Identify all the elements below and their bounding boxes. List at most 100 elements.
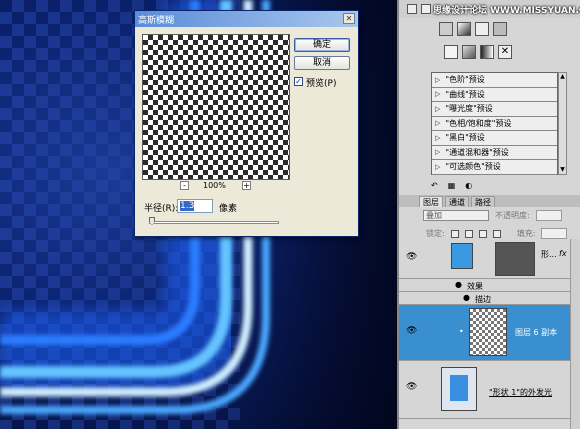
fill-input[interactable] [541, 228, 568, 239]
preset-item[interactable]: ▷ "可选颜色"预设 [432, 160, 557, 175]
shape-mask-thumbnail [495, 242, 535, 276]
dialog-title: 高斯模糊 [138, 15, 175, 26]
scroll-down-icon[interactable]: ▼ [559, 166, 566, 174]
expand-triangle-icon[interactable]: ▷ [435, 76, 440, 84]
visibility-eye-icon[interactable]: 👁 [406, 383, 418, 392]
curves-icon[interactable] [475, 22, 489, 36]
adjustment-icons-row-2: ✕ [444, 45, 512, 59]
radius-label: 半径(R): [144, 204, 179, 214]
threshold-icon[interactable] [444, 45, 458, 59]
levels-icon[interactable] [457, 22, 471, 36]
lock-image-icon[interactable] [464, 229, 473, 238]
zoom-out-button[interactable]: - [180, 181, 189, 190]
expand-triangle-icon[interactable]: ▷ [435, 163, 440, 171]
visibility-eye-icon[interactable]: 👁 [406, 253, 418, 262]
expand-triangle-icon[interactable]: ▷ [435, 105, 440, 113]
link-icon: • [459, 327, 464, 336]
selective-color-icon[interactable]: ✕ [498, 45, 512, 59]
layer-thumbnail [469, 308, 507, 356]
opacity-input[interactable] [535, 210, 562, 221]
panel-icon[interactable] [421, 4, 431, 14]
preset-label: "可选颜色"预设 [445, 162, 501, 172]
gaussian-blur-dialog: 高斯模糊 ✕ - 100% + 确定 取消 ✓ 预览(P) 半径(R): 1.3… [134, 10, 359, 237]
lock-all-icon[interactable] [492, 229, 501, 238]
gradient-icon[interactable] [480, 45, 494, 59]
visibility-eye-icon[interactable]: 👁 [406, 327, 418, 336]
radius-input[interactable]: 1.3 [177, 199, 213, 213]
preset-label: "曝光度"预设 [445, 104, 493, 114]
layer-name: 形... [541, 250, 557, 259]
preset-label: "色相/饱和度"预设 [445, 118, 512, 128]
preset-item[interactable]: ▷ "黑白"预设 [432, 131, 557, 146]
preset-item[interactable]: ▷ "色阶"预设 [432, 73, 557, 88]
gradient-map-icon[interactable] [462, 45, 476, 59]
zoom-level: 100% [203, 181, 226, 190]
adjustments-footer: ↶ ▦ ◐ [431, 179, 579, 191]
blend-mode-select[interactable]: 叠加 [423, 210, 489, 221]
preview-checkbox[interactable]: ✓ [294, 77, 303, 86]
preset-item[interactable]: ▷ "色相/饱和度"预设 [432, 117, 557, 131]
layer-thumbnail [441, 367, 477, 411]
checkmark-icon: ✓ [295, 77, 302, 86]
effect-stroke-label: 描边 [475, 295, 491, 304]
layer-name: "形状 1"的外发光 [489, 388, 552, 397]
clip-icon[interactable]: ◐ [465, 181, 472, 190]
shape-f-icon [450, 375, 468, 401]
stroke-eye-icon[interactable]: ● [463, 293, 470, 302]
ok-button[interactable]: 确定 [294, 38, 350, 52]
expand-triangle-icon[interactable]: ▷ [435, 119, 440, 127]
blur-preview[interactable] [142, 34, 290, 180]
lock-transparency-icon[interactable] [450, 229, 459, 238]
radius-slider[interactable] [149, 221, 279, 224]
lock-label: 锁定: [426, 229, 445, 238]
radius-unit: 像素 [219, 204, 238, 214]
layer-name: 图层 6 副本 [515, 328, 558, 337]
zoom-in-button[interactable]: + [242, 181, 251, 190]
lock-row: 锁定: 填充: [426, 228, 568, 239]
expand-triangle-icon[interactable]: ▷ [435, 90, 440, 98]
watermark: 思缘设计论坛 WWW.MISSYUAN.COM [433, 6, 580, 16]
expand-triangle-icon[interactable]: ▷ [435, 134, 440, 142]
effects-eye-icon[interactable]: ● [455, 280, 462, 289]
layer-row-selected[interactable]: 👁 • 图层 6 副本 [399, 305, 580, 361]
preview-checkbox-label: 预览(P) [306, 79, 337, 89]
return-icon[interactable]: ↶ [431, 181, 438, 190]
layer-row[interactable]: 👁 形... fx [399, 239, 580, 279]
brightness-icon[interactable] [439, 22, 453, 36]
close-button[interactable]: ✕ [343, 13, 355, 24]
blend-row: 叠加 不透明度: [423, 210, 562, 221]
tab-layers[interactable]: 图层 [419, 196, 443, 207]
layers-tabs: 图层 通道 路径 [399, 195, 580, 207]
expand-triangle-icon[interactable]: ▷ [435, 148, 440, 156]
preset-item[interactable]: ▷ "曝光度"预设 [432, 102, 557, 117]
preset-label: "色阶"预设 [445, 75, 485, 85]
adjustment-icons-row-1 [439, 22, 507, 36]
layers-scrollbar[interactable] [570, 239, 580, 429]
dialog-titlebar[interactable]: 高斯模糊 [135, 11, 358, 27]
tab-channels[interactable]: 通道 [445, 196, 469, 207]
effects-label: 效果 [467, 282, 483, 291]
preset-label: "曲线"预设 [445, 89, 485, 99]
preset-item[interactable]: ▷ "通道混和器"预设 [432, 146, 557, 160]
layers-list: 👁 形... fx ● 效果 ● 描边 👁 • 图层 6 副本 👁 "形状 1"… [399, 239, 580, 429]
layer-row[interactable]: 👁 "形状 1"的外发光 [399, 361, 580, 419]
tab-paths[interactable]: 路径 [471, 196, 495, 207]
preset-item[interactable]: ▷ "曲线"预设 [432, 88, 557, 102]
cancel-button[interactable]: 取消 [294, 56, 350, 70]
radius-value: 1.3 [180, 201, 195, 211]
exposure-icon[interactable] [493, 22, 507, 36]
scroll-up-icon[interactable]: ▲ [559, 73, 566, 81]
effect-row[interactable]: ● 描边 [399, 292, 580, 305]
layer-icon[interactable]: ▦ [448, 181, 456, 190]
preset-label: "通道混和器"预设 [445, 147, 509, 157]
opacity-label: 不透明度: [495, 211, 530, 220]
layer-color-thumbnail [451, 243, 473, 269]
effects-row[interactable]: ● 效果 [399, 279, 580, 292]
presets-scrollbar[interactable]: ▲ ▼ [558, 72, 567, 175]
lock-position-icon[interactable] [478, 229, 487, 238]
close-icon: ✕ [345, 14, 353, 23]
fill-label: 填充: [516, 229, 536, 238]
fx-icon[interactable]: fx [559, 249, 567, 258]
right-panel: 思缘设计论坛 WWW.MISSYUAN.COM ✕ ▷ "色阶"预设 ▷ "曲线"预设… [397, 0, 580, 429]
panel-icon[interactable] [407, 4, 417, 14]
